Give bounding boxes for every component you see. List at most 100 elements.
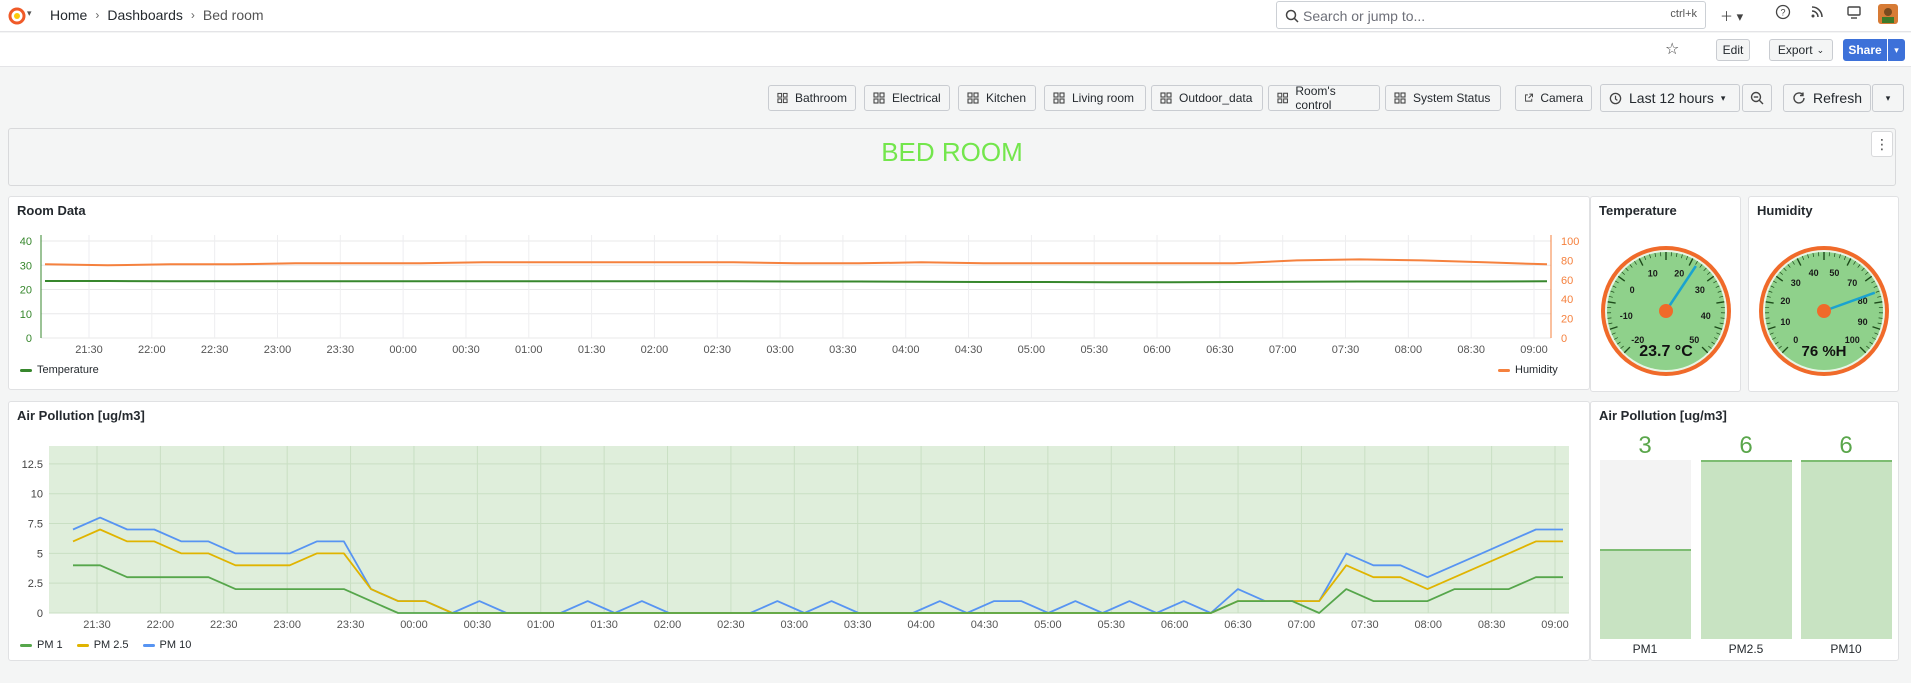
x-tick-label: 07:30: [1351, 619, 1379, 631]
legend-label: PM 10: [159, 639, 192, 651]
tv-mode-icon[interactable]: [1846, 4, 1862, 23]
x-tick-label: 22:00: [147, 619, 175, 631]
apps-icon: [777, 92, 788, 104]
x-tick-label: 04:30: [955, 344, 983, 356]
y-tick-label: 10: [31, 489, 43, 501]
x-tick-label: 06:30: [1206, 344, 1234, 356]
dashboard-link-bathroom[interactable]: Bathroom: [768, 85, 856, 111]
x-tick-label: 04:00: [892, 344, 920, 356]
help-icon[interactable]: ?: [1775, 4, 1791, 23]
dashboard-link-label: Outdoor_data: [1179, 91, 1253, 105]
y-tick-label: 5: [37, 548, 43, 560]
chevron-right-icon: ›: [95, 8, 100, 22]
dashboard-link-label: Room's control: [1295, 84, 1336, 112]
room-data-chart[interactable]: 0 10 20 30 40 0 20 40 60 80 100 21:30 22:00 22:30 23:0…: [9, 197, 1591, 391]
air-legend: PM 1 PM 2.5 PM 10: [20, 639, 191, 651]
panel-title: Air Pollution [ug/m3]: [1599, 408, 1727, 423]
x-tick-label: 08:00: [1414, 619, 1442, 631]
dashboard-link-room-s-control[interactable]: Room's control: [1268, 84, 1380, 112]
legend-swatch: [1498, 368, 1510, 372]
star-icon[interactable]: ☆: [1665, 39, 1679, 59]
refresh-label: Refresh: [1812, 90, 1862, 106]
x-tick-label: 06:30: [1224, 619, 1252, 631]
breadcrumb-dashboards[interactable]: Dashboards: [107, 7, 183, 23]
apps-icon: [873, 92, 885, 104]
breadcrumb-current: Bed room: [202, 7, 264, 23]
share-button[interactable]: Share: [1843, 39, 1887, 61]
y-tick-label: 12.5: [22, 459, 43, 471]
dashboard-link-label: Camera: [1540, 91, 1583, 105]
y-right-tick-label: 20: [1561, 314, 1573, 326]
top-nav-bar: ▾ Home › Dashboards › Bed room Search or…: [0, 0, 1911, 32]
x-tick-label: 23:00: [273, 619, 301, 631]
edit-button[interactable]: Edit: [1716, 39, 1750, 61]
legend-item-pm10[interactable]: PM 10: [142, 639, 192, 651]
bar-label: PM1: [1632, 642, 1658, 656]
refresh-button[interactable]: Refresh: [1783, 84, 1871, 112]
dashboard-link-label: Bathroom: [794, 91, 847, 105]
gauge-tick-label: 10: [1648, 269, 1658, 279]
dashboard-link-kitchen[interactable]: Kitchen: [958, 85, 1036, 111]
x-tick-label: 03:30: [829, 344, 857, 356]
apps-icon: [1277, 92, 1288, 104]
svg-text:?: ?: [1780, 8, 1785, 18]
search-icon: [1285, 9, 1299, 23]
legend-item-temperature[interactable]: Temperature: [20, 364, 99, 376]
x-tick-label: 03:00: [766, 344, 794, 356]
avatar[interactable]: [1878, 4, 1898, 27]
x-tick-label: 06:00: [1161, 619, 1189, 631]
x-tick-label: 03:00: [781, 619, 809, 631]
legend-label: Humidity: [1515, 364, 1558, 376]
dashboard-link-outdoor-data[interactable]: Outdoor_data: [1151, 85, 1263, 111]
y-tick-label: 7.5: [28, 519, 43, 531]
dashboard-link-electrical[interactable]: Electrical: [864, 85, 950, 111]
y-left-tick-label: 40: [20, 236, 32, 248]
x-tick-label: 22:30: [201, 344, 229, 356]
x-tick-label: 22:00: [138, 344, 166, 356]
x-tick-label: 23:00: [264, 344, 292, 356]
x-tick-label: 09:00: [1520, 344, 1548, 356]
zoom-out-button[interactable]: [1742, 84, 1772, 112]
legend-item-pm1[interactable]: PM 1: [20, 639, 63, 651]
dashboard-link-system-status[interactable]: System Status: [1385, 85, 1501, 111]
dashboard-link-label: Electrical: [892, 91, 941, 105]
legend-swatch: [20, 643, 32, 647]
humidity-panel: Humidity 0 10 20 30 40 50 70 80 90 100 76 %H: [1748, 196, 1899, 392]
x-tick-label: 02:30: [717, 619, 745, 631]
chevron-down-icon[interactable]: ▾: [27, 8, 32, 19]
export-button[interactable]: Export ⌄: [1769, 39, 1833, 61]
bar-fill-pm1: [1600, 549, 1691, 639]
x-tick-label: 23:30: [337, 619, 365, 631]
x-tick-label: 01:30: [590, 619, 618, 631]
gauge-value: 23.7 °C: [1639, 343, 1693, 360]
panel-menu-icon[interactable]: ⋮: [1871, 131, 1893, 157]
gauge-tick-label: 20: [1674, 269, 1684, 279]
dashboard-link-living-room[interactable]: Living room: [1044, 85, 1146, 111]
refresh-icon: [1793, 92, 1805, 104]
x-tick-label: 04:30: [971, 619, 999, 631]
plot-background: [49, 446, 1569, 613]
x-tick-label: 05:30: [1080, 344, 1108, 356]
chevron-right-icon: ›: [190, 8, 195, 22]
gauge-tick-label: 30: [1695, 285, 1705, 295]
plus-icon[interactable]: ＋ ▾: [1720, 6, 1743, 25]
legend-item-humidity[interactable]: Humidity: [1498, 364, 1558, 376]
y-right-tick-label: 60: [1561, 275, 1573, 287]
search-input[interactable]: Search or jump to... ctrl+k: [1276, 1, 1706, 29]
share-dropdown-button[interactable]: ▾: [1888, 39, 1905, 61]
refresh-interval-dropdown[interactable]: ▾: [1872, 84, 1904, 112]
time-range-picker[interactable]: Last 12 hours ▾: [1600, 84, 1740, 112]
x-tick-label: 02:00: [654, 619, 682, 631]
x-tick-label: 02:00: [641, 344, 669, 356]
breadcrumb-home[interactable]: Home: [50, 7, 87, 23]
gauge-hub: [1659, 304, 1673, 318]
rss-icon[interactable]: [1809, 4, 1825, 23]
air-pollution-chart[interactable]: 0 2.5 5 7.5 10 12.5 21:30 22:00 22:30 23:00 23:30 0…: [9, 402, 1591, 662]
x-tick-label: 01:00: [527, 619, 555, 631]
legend-item-pm25[interactable]: PM 2.5: [76, 639, 129, 651]
y-left-tick-label: 20: [20, 285, 32, 297]
gauge-tick-label: 0: [1630, 285, 1635, 295]
x-tick-label: 05:30: [1097, 619, 1125, 631]
grafana-logo-icon[interactable]: [6, 5, 28, 27]
dashboard-link-camera[interactable]: Camera: [1515, 85, 1592, 111]
